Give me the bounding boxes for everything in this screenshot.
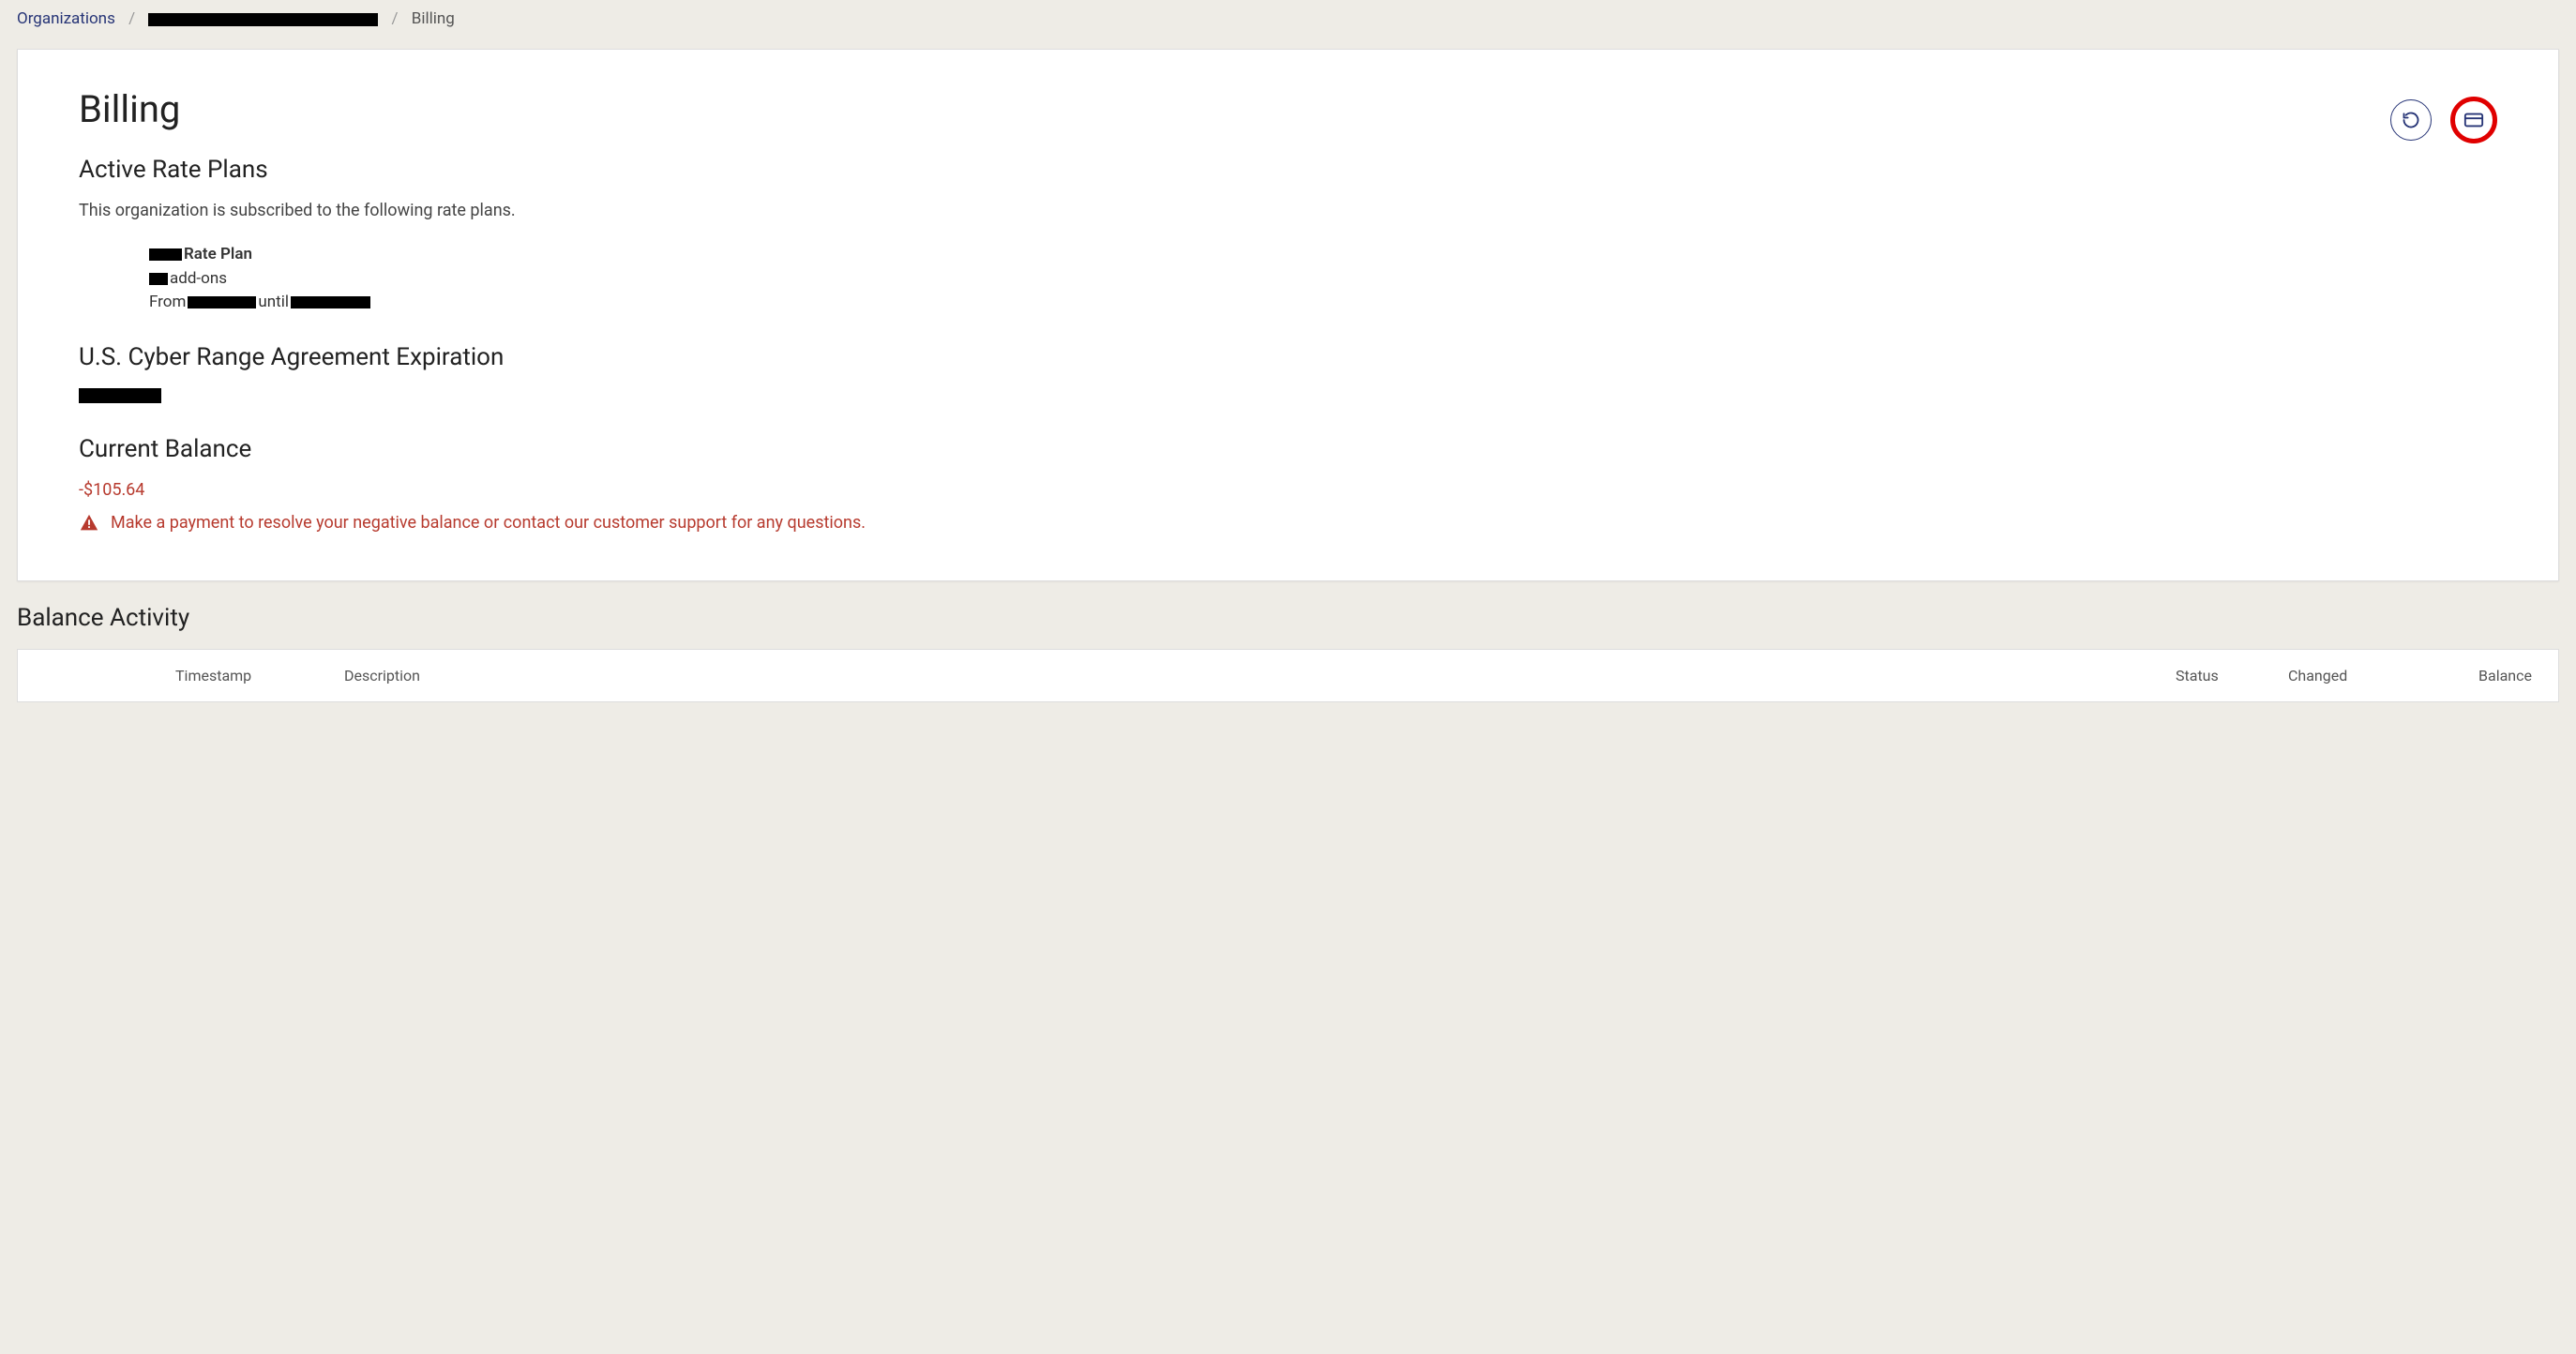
balance-amount: -$105.64	[79, 480, 2497, 500]
breadcrumb: Organizations / / Billing	[0, 0, 2576, 38]
until-label: until	[258, 291, 289, 315]
expiration-value	[79, 388, 2497, 407]
col-header-balance: Balance	[2438, 667, 2532, 685]
redacted-from-date	[188, 296, 256, 308]
rate-plan-item: Rate Plan add-ons From until	[149, 243, 2497, 315]
refresh-button[interactable]	[2390, 99, 2432, 141]
redacted-until-date	[291, 296, 370, 308]
refresh-icon	[2402, 111, 2420, 129]
active-rate-plans-heading: Active Rate Plans	[79, 156, 2497, 184]
page-title: Billing	[79, 87, 180, 131]
breadcrumb-current: Billing	[412, 9, 455, 28]
payment-button-highlighted[interactable]	[2450, 97, 2497, 143]
billing-card: Billing Active Rate Plans This organizat…	[17, 49, 2559, 581]
breadcrumb-separator: /	[392, 9, 399, 28]
agreement-expiration-heading: U.S. Cyber Range Agreement Expiration	[79, 343, 2497, 371]
balance-warning: Make a payment to resolve your negative …	[79, 513, 2497, 534]
col-header-timestamp: Timestamp	[175, 667, 325, 685]
col-header-status: Status	[2176, 667, 2288, 685]
redacted-plan-prefix	[149, 248, 182, 261]
balance-activity-heading: Balance Activity	[17, 604, 2559, 632]
redacted-addons-count	[149, 273, 168, 285]
rate-plan-label: Rate Plan	[184, 243, 252, 267]
breadcrumb-organizations-link[interactable]: Organizations	[17, 9, 115, 28]
warning-icon	[79, 513, 99, 534]
balance-warning-text: Make a payment to resolve your negative …	[111, 513, 866, 533]
action-buttons	[2390, 87, 2497, 143]
redacted-expiration-date	[79, 388, 161, 403]
current-balance-heading: Current Balance	[79, 435, 2497, 463]
rate-plans-intro: This organization is subscribed to the f…	[79, 201, 2497, 220]
addons-label: add-ons	[170, 267, 227, 292]
credit-card-icon	[2463, 110, 2484, 130]
breadcrumb-separator: /	[128, 9, 135, 28]
col-header-changed: Changed	[2288, 667, 2438, 685]
balance-activity-table: Timestamp Description Status Changed Bal…	[17, 649, 2559, 702]
table-header-row: Timestamp Description Status Changed Bal…	[44, 667, 2532, 685]
from-label: From	[149, 291, 186, 315]
col-header-description: Description	[344, 667, 2176, 685]
card-header: Billing	[79, 87, 2497, 148]
breadcrumb-org-name-redacted[interactable]	[148, 13, 378, 26]
